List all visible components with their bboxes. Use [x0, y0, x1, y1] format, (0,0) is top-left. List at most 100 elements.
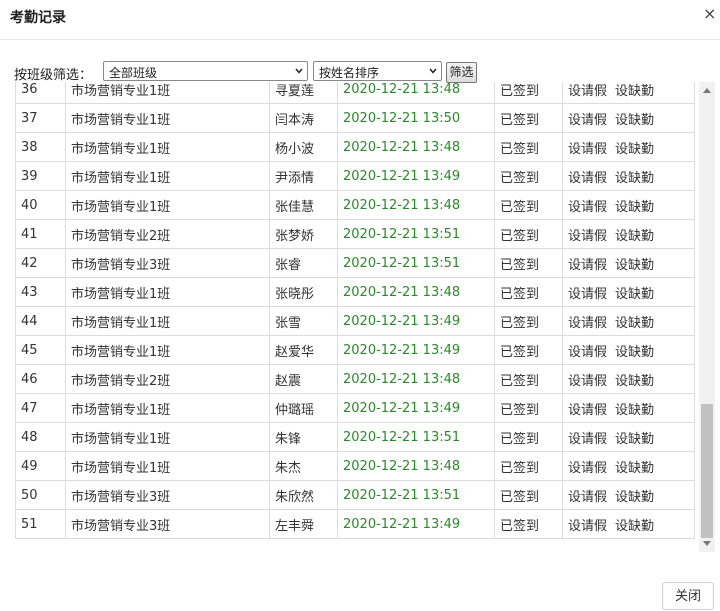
set-leave-link[interactable]: 设请假 [568, 142, 607, 157]
close-button[interactable]: 关闭 [662, 582, 714, 610]
set-leave-link[interactable]: 设请假 [568, 113, 607, 128]
sign-in-time: 2020-12-21 13:48 [337, 277, 495, 307]
set-absent-link[interactable]: 设缺勤 [615, 229, 654, 244]
set-leave-link[interactable]: 设请假 [568, 432, 607, 447]
set-absent-link[interactable]: 设缺勤 [615, 171, 654, 186]
status-text: 已签到 [494, 132, 563, 162]
class-select-value: 全部班级 [109, 66, 158, 80]
set-leave-link[interactable]: 设请假 [568, 461, 607, 476]
class-select[interactable]: 全部班级 [103, 61, 308, 81]
status-text: 已签到 [494, 364, 563, 394]
set-leave-link[interactable]: 设请假 [568, 345, 607, 360]
set-absent-link[interactable]: 设缺勤 [615, 200, 654, 215]
set-absent-link[interactable]: 设缺勤 [615, 258, 654, 273]
row-number: 48 [15, 422, 66, 452]
status-text: 已签到 [494, 82, 563, 104]
sign-in-time: 2020-12-21 13:51 [337, 219, 495, 249]
table-row: 45 市场营销专业1班 赵爱华 2020-12-21 13:49 已签到 设请假 设缺勤 [15, 335, 695, 365]
row-number: 41 [15, 219, 66, 249]
class-name: 市场营销专业1班 [65, 82, 270, 104]
set-leave-link[interactable]: 设请假 [568, 84, 607, 99]
set-absent-link[interactable]: 设缺勤 [615, 113, 654, 128]
set-leave-link[interactable]: 设请假 [568, 258, 607, 273]
row-number: 42 [15, 248, 66, 278]
sign-in-time: 2020-12-21 13:50 [337, 103, 495, 133]
table-row: 43 市场营销专业1班 张晓彤 2020-12-21 13:48 已签到 设请假 设缺勤 [15, 277, 695, 307]
row-actions: 设请假 设缺勤 [562, 248, 695, 278]
student-name: 杨小波 [269, 132, 338, 162]
sign-in-time: 2020-12-21 13:49 [337, 161, 495, 191]
set-leave-link[interactable]: 设请假 [568, 171, 607, 186]
row-actions: 设请假 设缺勤 [562, 82, 695, 104]
set-leave-link[interactable]: 设请假 [568, 229, 607, 244]
row-actions: 设请假 设缺勤 [562, 277, 695, 307]
set-leave-link[interactable]: 设请假 [568, 519, 607, 534]
set-absent-link[interactable]: 设缺勤 [615, 287, 654, 302]
status-text: 已签到 [494, 509, 563, 539]
set-absent-link[interactable]: 设缺勤 [615, 432, 654, 447]
close-icon[interactable]: × [703, 4, 716, 24]
set-leave-link[interactable]: 设请假 [568, 490, 607, 505]
table-row: 50 市场营销专业3班 朱欣然 2020-12-21 13:51 已签到 设请假 设缺勤 [15, 480, 695, 510]
row-number: 46 [15, 364, 66, 394]
status-text: 已签到 [494, 451, 563, 481]
row-actions: 设请假 设缺勤 [562, 132, 695, 162]
status-text: 已签到 [494, 277, 563, 307]
sign-in-time: 2020-12-21 13:51 [337, 248, 495, 278]
student-name: 寻夏莲 [269, 82, 338, 104]
sign-in-time: 2020-12-21 13:51 [337, 480, 495, 510]
set-leave-link[interactable]: 设请假 [568, 316, 607, 331]
attendance-table-viewport: 36 市场营销专业1班 寻夏莲 2020-12-21 13:48 已签到 设请假 设缺勤 37… [15, 82, 715, 553]
row-actions: 设请假 设缺勤 [562, 335, 695, 365]
row-number: 45 [15, 335, 66, 365]
class-name: 市场营销专业2班 [65, 364, 270, 394]
filter-button[interactable]: 筛选 [446, 62, 477, 83]
dialog-title: 考勤记录 [10, 10, 66, 26]
class-name: 市场营销专业1班 [65, 335, 270, 365]
set-leave-link[interactable]: 设请假 [568, 200, 607, 215]
student-name: 赵震 [269, 364, 338, 394]
set-absent-link[interactable]: 设缺勤 [615, 403, 654, 418]
set-leave-link[interactable]: 设请假 [568, 287, 607, 302]
status-text: 已签到 [494, 306, 563, 336]
set-leave-link[interactable]: 设请假 [568, 374, 607, 389]
student-name: 朱杰 [269, 451, 338, 481]
set-absent-link[interactable]: 设缺勤 [615, 374, 654, 389]
sign-in-time: 2020-12-21 13:51 [337, 422, 495, 452]
set-absent-link[interactable]: 设缺勤 [615, 490, 654, 505]
status-text: 已签到 [494, 103, 563, 133]
set-leave-link[interactable]: 设请假 [568, 403, 607, 418]
student-name: 张雪 [269, 306, 338, 336]
scroll-up-arrow-icon[interactable] [703, 88, 711, 93]
table-row: 47 市场营销专业1班 仲璐瑶 2020-12-21 13:49 已签到 设请假 设缺勤 [15, 393, 695, 423]
student-name: 仲璐瑶 [269, 393, 338, 423]
scroll-thumb[interactable] [701, 404, 713, 538]
table-row: 37 市场营销专业1班 闫本涛 2020-12-21 13:50 已签到 设请假 设缺勤 [15, 103, 695, 133]
set-absent-link[interactable]: 设缺勤 [615, 461, 654, 476]
scroll-down-arrow-icon[interactable] [703, 541, 711, 546]
set-absent-link[interactable]: 设缺勤 [615, 142, 654, 157]
dialog-header: 考勤记录 × [0, 0, 720, 40]
class-name: 市场营销专业1班 [65, 190, 270, 220]
row-actions: 设请假 设缺勤 [562, 393, 695, 423]
row-number: 49 [15, 451, 66, 481]
sign-in-time: 2020-12-21 13:49 [337, 335, 495, 365]
row-actions: 设请假 设缺勤 [562, 509, 695, 539]
sign-in-time: 2020-12-21 13:49 [337, 393, 495, 423]
table-row: 46 市场营销专业2班 赵震 2020-12-21 13:48 已签到 设请假 设缺勤 [15, 364, 695, 394]
set-absent-link[interactable]: 设缺勤 [615, 519, 654, 534]
sign-in-time: 2020-12-21 13:48 [337, 82, 495, 104]
table-row: 49 市场营销专业1班 朱杰 2020-12-21 13:48 已签到 设请假 设缺勤 [15, 451, 695, 481]
set-absent-link[interactable]: 设缺勤 [615, 84, 654, 99]
set-absent-link[interactable]: 设缺勤 [615, 345, 654, 360]
sign-in-time: 2020-12-21 13:49 [337, 509, 495, 539]
status-text: 已签到 [494, 190, 563, 220]
row-actions: 设请假 设缺勤 [562, 306, 695, 336]
table-row: 41 市场营销专业2班 张梦娇 2020-12-21 13:51 已签到 设请假 设缺勤 [15, 219, 695, 249]
status-text: 已签到 [494, 335, 563, 365]
filter-label: 按班级筛选： [14, 68, 93, 83]
set-absent-link[interactable]: 设缺勤 [615, 316, 654, 331]
sort-select[interactable]: 按姓名排序 [313, 61, 442, 81]
row-actions: 设请假 设缺勤 [562, 190, 695, 220]
table-scrollbar[interactable] [699, 82, 715, 552]
